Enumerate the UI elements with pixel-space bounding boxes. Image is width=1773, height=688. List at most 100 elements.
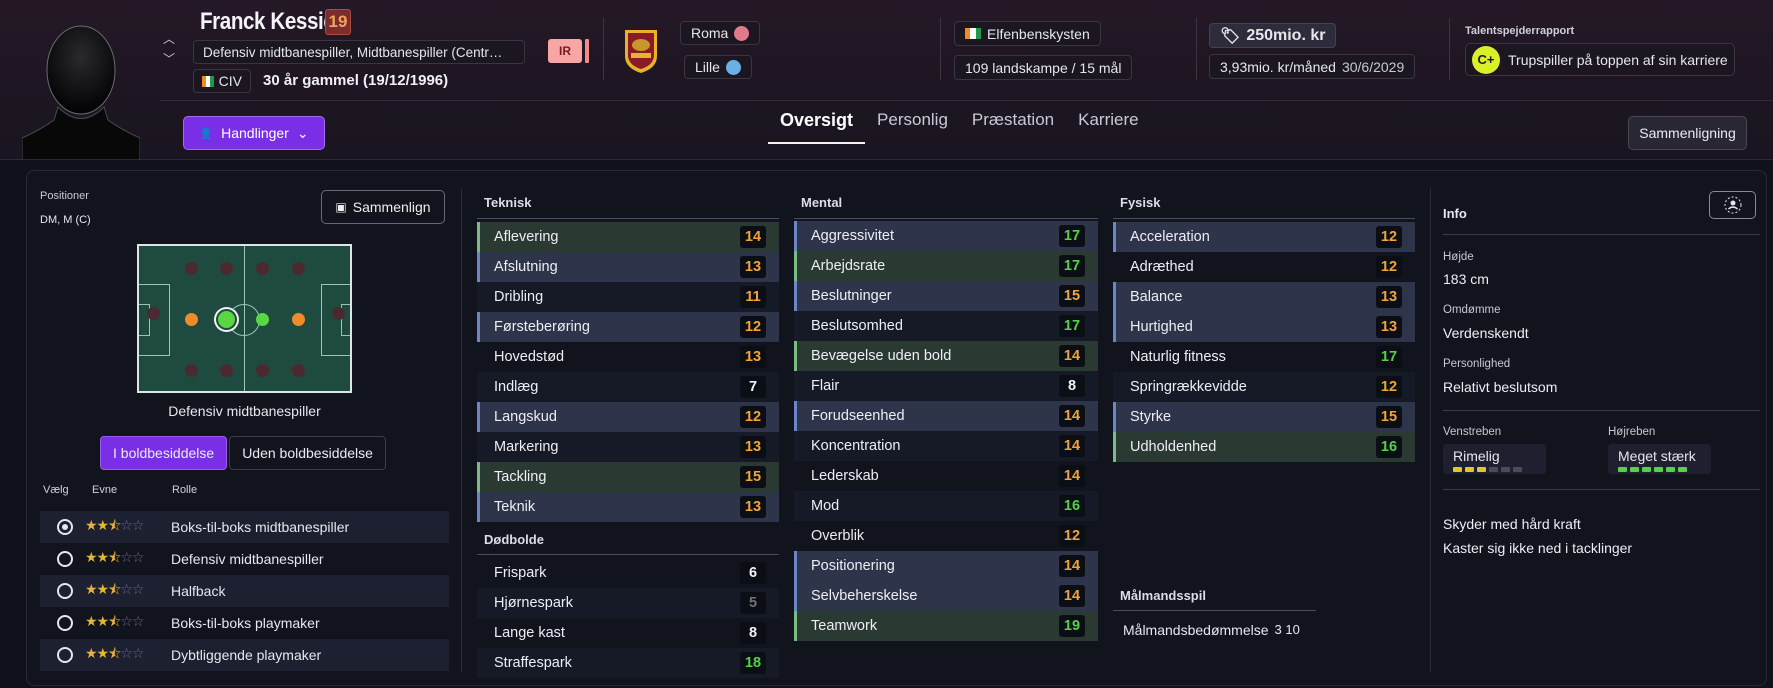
divider [1449,18,1450,80]
previous-player-icon[interactable]: ︿ [163,30,175,47]
attribute-row[interactable]: Markering 13 [477,432,779,462]
tab-overview[interactable]: Oversigt [768,104,866,144]
divider [1430,188,1431,672]
attribute-row[interactable]: Bevægelse uden bold 14 [794,341,1098,371]
role-row[interactable]: ★★⯪☆☆ Halfback [40,575,449,607]
compare-button[interactable]: Sammenligning [1628,116,1747,150]
attribute-row[interactable]: Adræthed 12 [1113,252,1415,282]
attribute-row[interactable]: Naturlig fitness 17 [1113,342,1415,372]
club-role-icon [734,25,750,41]
role-row[interactable]: ★★⯪☆☆ Boks-til-boks playmaker [40,607,449,639]
attribute-row[interactable]: Flair 8 [794,371,1098,401]
attribute-row[interactable]: Teknik 13 [477,492,779,522]
attribute-row[interactable]: Lange kast 8 [477,618,779,648]
player-name: Franck Kessié [200,8,335,35]
pitch-dot-accomplished [185,313,198,326]
attribute-row[interactable]: Tackling 15 [477,462,779,492]
role-radio[interactable] [57,583,73,599]
reputation-label: Omdømme [1443,304,1501,316]
attribute-row[interactable]: Balance 13 [1113,282,1415,312]
pitch-dot-natural [256,313,269,326]
national-team[interactable]: Elfenbenskysten [954,21,1101,46]
role-radio[interactable] [57,551,73,567]
trait-item: Skyder med hård kraft [1443,516,1581,532]
role-stars: ★★⯪☆☆ [85,613,144,629]
nationality-box[interactable]: CIV [193,69,251,93]
person-icon: 👤 [199,127,214,140]
attribute-row[interactable]: Frispark 6 [477,558,779,588]
attribute-row[interactable]: Dribling 11 [477,282,779,312]
flag-civ-icon [965,28,981,39]
price-tag-icon: 🏷 [1220,27,1241,45]
attribute-row[interactable]: Aflevering 14 [477,222,779,252]
info-options-button[interactable] [1709,191,1756,219]
attribute-value: 14 [1059,435,1085,457]
loan-club[interactable]: Lille [684,55,752,79]
role-row[interactable]: ★★⯪☆☆ Boks-til-boks midtbanespiller [40,511,449,543]
divider [794,218,1098,219]
attribute-row[interactable]: Beslutninger 15 [794,281,1098,311]
attribute-row[interactable]: Straffespark 18 [477,648,779,678]
scout-report[interactable]: C+ Trupspiller på toppen af sin karriere [1465,43,1735,76]
mental-title: Mental [801,195,843,210]
goalkeeping-title: Målmandsspil [1120,588,1206,603]
tab-performance[interactable]: Præstation [960,104,1066,144]
next-player-icon[interactable]: ﹀ [163,50,175,67]
attribute-row[interactable]: Udholdenhed 16 [1113,432,1415,462]
attribute-row[interactable]: Mod 16 [794,491,1098,521]
attribute-row[interactable]: Indlæg 7 [477,372,779,402]
attribute-row[interactable]: Lederskab 14 [794,461,1098,491]
tab-personal[interactable]: Personlig [865,104,960,144]
roma-crest-icon[interactable] [622,28,660,74]
positions-field[interactable]: Defensiv midtbanespiller, Midtbanespille… [193,40,525,64]
attribute-row[interactable]: Acceleration 12 [1113,222,1415,252]
divider [940,18,941,80]
attribute-row[interactable]: Springrækkevidde 12 [1113,372,1415,402]
compare-positions-button[interactable]: ▣ Sammenlign [321,190,445,224]
attribute-name: Straffespark [494,655,572,671]
personality-label: Personlighed [1443,358,1511,370]
attribute-row[interactable]: Aggressivitet 17 [794,221,1098,251]
role-row[interactable]: ★★⯪☆☆ Defensiv midtbanespiller [40,543,449,575]
attribute-row[interactable]: Koncentration 14 [794,431,1098,461]
divider [1196,18,1197,80]
attribute-name: Udholdenhed [1130,439,1217,455]
tab-career[interactable]: Karriere [1066,104,1150,144]
attribute-name: Naturlig fitness [1130,349,1226,365]
loan-icon [725,59,741,75]
attribute-value: 14 [1059,555,1085,577]
attribute-row[interactable]: Hovedstød 13 [477,342,779,372]
current-club-name: Roma [691,25,729,41]
attribute-row[interactable]: Beslutsomhed 17 [794,311,1098,341]
attribute-value: 14 [740,226,766,248]
attribute-row[interactable]: Arbejdsrate 17 [794,251,1098,281]
attribute-row[interactable]: Hurtighed 13 [1113,312,1415,342]
attribute-row[interactable]: Teamwork 19 [794,611,1098,641]
actions-button[interactable]: 👤 Handlinger ⌄ [183,116,325,150]
contract-box[interactable]: 3,93mio. kr/måned 30/6/2029 [1209,54,1416,79]
status-badge[interactable]: IR [548,39,582,63]
current-club[interactable]: Roma [680,21,761,45]
attribute-row[interactable]: Overblik 12 [794,521,1098,551]
role-radio[interactable] [57,647,73,663]
in-possession-button[interactable]: I boldbesiddelse [100,436,228,470]
attribute-row[interactable]: Forudseenhed 14 [794,401,1098,431]
attribute-row[interactable]: Styrke 15 [1113,402,1415,432]
attribute-value: 16 [1059,495,1085,517]
attribute-row[interactable]: Førsteberøring 12 [477,312,779,342]
role-row[interactable]: ★★⯪☆☆ Dybtliggende playmaker [40,639,449,671]
attribute-row[interactable]: Positionering 14 [794,551,1098,581]
transfer-value[interactable]: 🏷 250mio. kr [1209,23,1337,48]
attribute-name: Mod [811,498,840,514]
role-radio[interactable] [57,615,73,631]
attribute-row[interactable]: Hjørnespark 5 [477,588,779,618]
compare-positions-label: Sammenlign [352,199,431,215]
role-radio[interactable] [57,519,73,535]
attribute-row[interactable]: Langskud 12 [477,402,779,432]
pitch-dot [220,364,233,377]
attribute-row[interactable]: Selvbeherskelse 14 [794,581,1098,611]
attribute-name: Aflevering [494,229,559,245]
pitch-dot [147,307,160,320]
out-of-possession-button[interactable]: Uden boldbesiddelse [229,436,386,470]
attribute-row[interactable]: Afslutning 13 [477,252,779,282]
